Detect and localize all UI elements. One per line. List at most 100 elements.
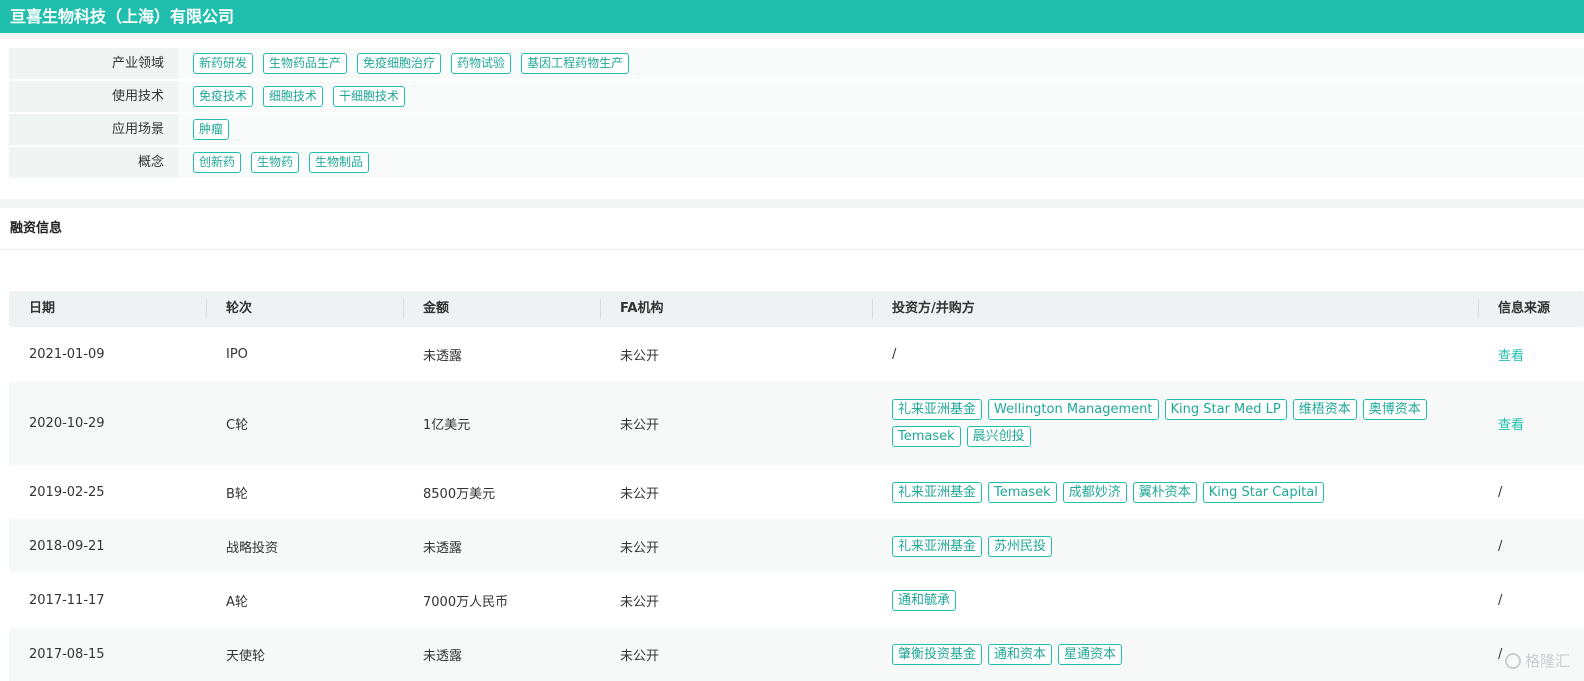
- investor-tag[interactable]: King Star Med LP: [1164, 399, 1287, 420]
- cell-investors: /: [872, 347, 1478, 362]
- investor-tag[interactable]: 星通资本: [1058, 643, 1123, 665]
- tag-chip[interactable]: 细胞技术: [263, 86, 324, 107]
- cell-date: 2021-01-09: [29, 346, 105, 362]
- column-header-amount: 金额: [403, 291, 600, 327]
- watermark: 格隆汇: [1504, 650, 1570, 671]
- investor-tag[interactable]: 晨兴创投: [966, 426, 1031, 447]
- cell-date: 2020-10-29: [29, 415, 105, 431]
- source-link[interactable]: 查看: [1478, 414, 1584, 433]
- watermark-text: 格隆汇: [1524, 652, 1570, 670]
- tag-row-label: 概念: [9, 147, 178, 178]
- column-header-date: 日期: [29, 301, 56, 316]
- cell-amount: 未透露: [423, 648, 463, 664]
- company-title: 亘喜生物科技（上海）有限公司: [0, 0, 1584, 33]
- cell-investors: 肇衡投资基金 通和资本 星通资本: [872, 643, 1478, 665]
- tag-list: 免疫技术 细胞技术 干细胞技术: [178, 81, 1584, 112]
- tag-chip[interactable]: 基因工程药物生产: [521, 53, 630, 74]
- tags-panel: 产业领域 新药研发 生物药品生产 免疫细胞治疗 药物试验 基因工程药物生产 使用技术 免疫技术…: [0, 39, 1584, 199]
- cell-amount: 未透露: [423, 540, 463, 556]
- investor-tag[interactable]: Temasek: [988, 481, 1057, 503]
- cell-date: 2019-02-25: [29, 484, 105, 500]
- cell-investors: 礼来亚洲基金 Temasek 成都妙济 翼朴资本 King Star Capital: [872, 481, 1478, 503]
- cell-fa: 未公开: [620, 594, 660, 610]
- investor-tag[interactable]: King Star Capital: [1202, 481, 1324, 503]
- tag-row: 使用技术 免疫技术 细胞技术 干细胞技术: [9, 81, 1584, 112]
- cell-amount: 未透露: [423, 348, 463, 364]
- tag-row-label: 产业领域: [9, 48, 178, 79]
- cell-round: C轮: [226, 417, 249, 433]
- tag-chip[interactable]: 生物药: [251, 152, 300, 173]
- cell-round: 战略投资: [226, 540, 279, 556]
- financing-panel: 融资信息 日期 轮次 金额 FA机构 投资方/并购方 信息来源 2021-01-…: [0, 208, 1584, 681]
- tag-chip[interactable]: 生物药品生产: [263, 53, 348, 74]
- column-header-investors: 投资方/并购方: [872, 291, 1478, 327]
- investor-tag[interactable]: 维梧资本: [1292, 399, 1357, 420]
- table-row: 2019-02-25 B轮 8500万美元 未公开 礼来亚洲基金 Temasek 成都妙济翼…: [9, 465, 1584, 519]
- investor-tag[interactable]: 通和资本: [988, 643, 1053, 665]
- table-row: 2018-09-21 战略投资 未透露 未公开 礼来亚洲基金 苏州民投 /: [9, 519, 1584, 573]
- cell-fa: 未公开: [620, 417, 660, 433]
- cell-investors: 通和毓承: [872, 589, 1478, 611]
- cell-investors: 礼来亚洲基金 苏州民投: [872, 535, 1478, 557]
- table-body: 2021-01-09 IPO 未透露 未公开 / 查看 2020-10-29 C轮 1亿美元 未公…: [9, 327, 1584, 681]
- column-header-source: 信息来源: [1478, 291, 1584, 327]
- investor-tag[interactable]: Wellington Management: [988, 399, 1159, 420]
- tag-row: 概念 创新药 生物药 生物制品: [9, 147, 1584, 178]
- tag-row: 应用场景 肿瘤: [9, 114, 1584, 145]
- tag-chip[interactable]: 新药研发: [193, 53, 254, 74]
- tag-chip[interactable]: 药物试验: [451, 53, 512, 74]
- cell-date: 2017-11-17: [29, 592, 105, 608]
- tag-list: 创新药 生物药 生物制品: [178, 147, 1584, 178]
- tag-row-label: 应用场景: [9, 114, 178, 145]
- cell-fa: 未公开: [620, 648, 660, 664]
- table-header: 日期 轮次 金额 FA机构 投资方/并购方 信息来源: [9, 291, 1584, 327]
- investor-tag[interactable]: Temasek: [892, 426, 961, 447]
- table-row: 2017-08-15 天使轮 未透露 未公开 肇衡投资基金 通和资本 星通资本 /: [9, 627, 1584, 681]
- tag-chip[interactable]: 干细胞技术: [333, 86, 406, 107]
- watermark-logo-icon: [1504, 652, 1521, 669]
- cell-fa: 未公开: [620, 540, 660, 556]
- cell-amount: 8500万美元: [423, 486, 496, 502]
- cell-source: /: [1498, 592, 1503, 608]
- cell-date: 2018-09-21: [29, 538, 105, 554]
- column-header-fa: FA机构: [600, 291, 872, 327]
- tag-row-label: 使用技术: [9, 81, 178, 112]
- cell-source: /: [1498, 538, 1503, 554]
- investor-tag[interactable]: 奥博资本: [1362, 399, 1427, 420]
- cell-round: 天使轮: [226, 648, 266, 664]
- table-row: 2021-01-09 IPO 未透露 未公开 / 查看: [9, 327, 1584, 381]
- investor-tag[interactable]: 翼朴资本: [1132, 481, 1197, 503]
- financing-section-title: 融资信息: [0, 208, 1584, 250]
- tag-chip[interactable]: 肿瘤: [193, 119, 230, 140]
- investor-tag[interactable]: 肇衡投资基金: [892, 643, 983, 665]
- investor-tag[interactable]: 成都妙济: [1062, 481, 1127, 503]
- table-row: 2020-10-29 C轮 1亿美元 未公开 礼来亚洲基金 Wellington Mana…: [9, 381, 1584, 465]
- cell-amount: 1亿美元: [423, 417, 471, 433]
- cell-fa: 未公开: [620, 486, 660, 502]
- cell-source: /: [1498, 484, 1503, 500]
- cell-amount: 7000万人民币: [423, 594, 509, 610]
- tag-chip[interactable]: 生物制品: [309, 152, 370, 173]
- investor-tag[interactable]: 礼来亚洲基金: [892, 535, 983, 557]
- source-link[interactable]: 查看: [1478, 345, 1584, 364]
- financing-table: 日期 轮次 金额 FA机构 投资方/并购方 信息来源 2021-01-09 IPO…: [9, 291, 1584, 681]
- cell-date: 2017-08-15: [29, 646, 105, 662]
- tag-chip[interactable]: 免疫细胞治疗: [357, 53, 442, 74]
- investor-tag[interactable]: 通和毓承: [892, 589, 957, 611]
- tag-list: 新药研发 生物药品生产 免疫细胞治疗 药物试验 基因工程药物生产: [178, 48, 1584, 79]
- cell-investors: 礼来亚洲基金 Wellington Management King Star Med…: [872, 399, 1478, 447]
- investor-tag[interactable]: 礼来亚洲基金: [892, 399, 983, 420]
- cell-round: A轮: [226, 594, 248, 610]
- investor-tag[interactable]: 苏州民投: [988, 535, 1053, 557]
- tag-chip[interactable]: 免疫技术: [193, 86, 254, 107]
- column-header-round: 轮次: [206, 291, 403, 327]
- tag-chip[interactable]: 创新药: [193, 152, 242, 173]
- cell-fa: 未公开: [620, 348, 660, 364]
- table-row: 2017-11-17 A轮 7000万人民币 未公开 通和毓承 /: [9, 573, 1584, 627]
- cell-round: IPO: [226, 346, 248, 362]
- investor-tag[interactable]: 礼来亚洲基金: [892, 481, 983, 503]
- cell-round: B轮: [226, 486, 248, 502]
- investors-empty: /: [892, 346, 897, 362]
- tag-row: 产业领域 新药研发 生物药品生产 免疫细胞治疗 药物试验 基因工程药物生产: [9, 48, 1584, 79]
- tag-list: 肿瘤: [178, 114, 1584, 145]
